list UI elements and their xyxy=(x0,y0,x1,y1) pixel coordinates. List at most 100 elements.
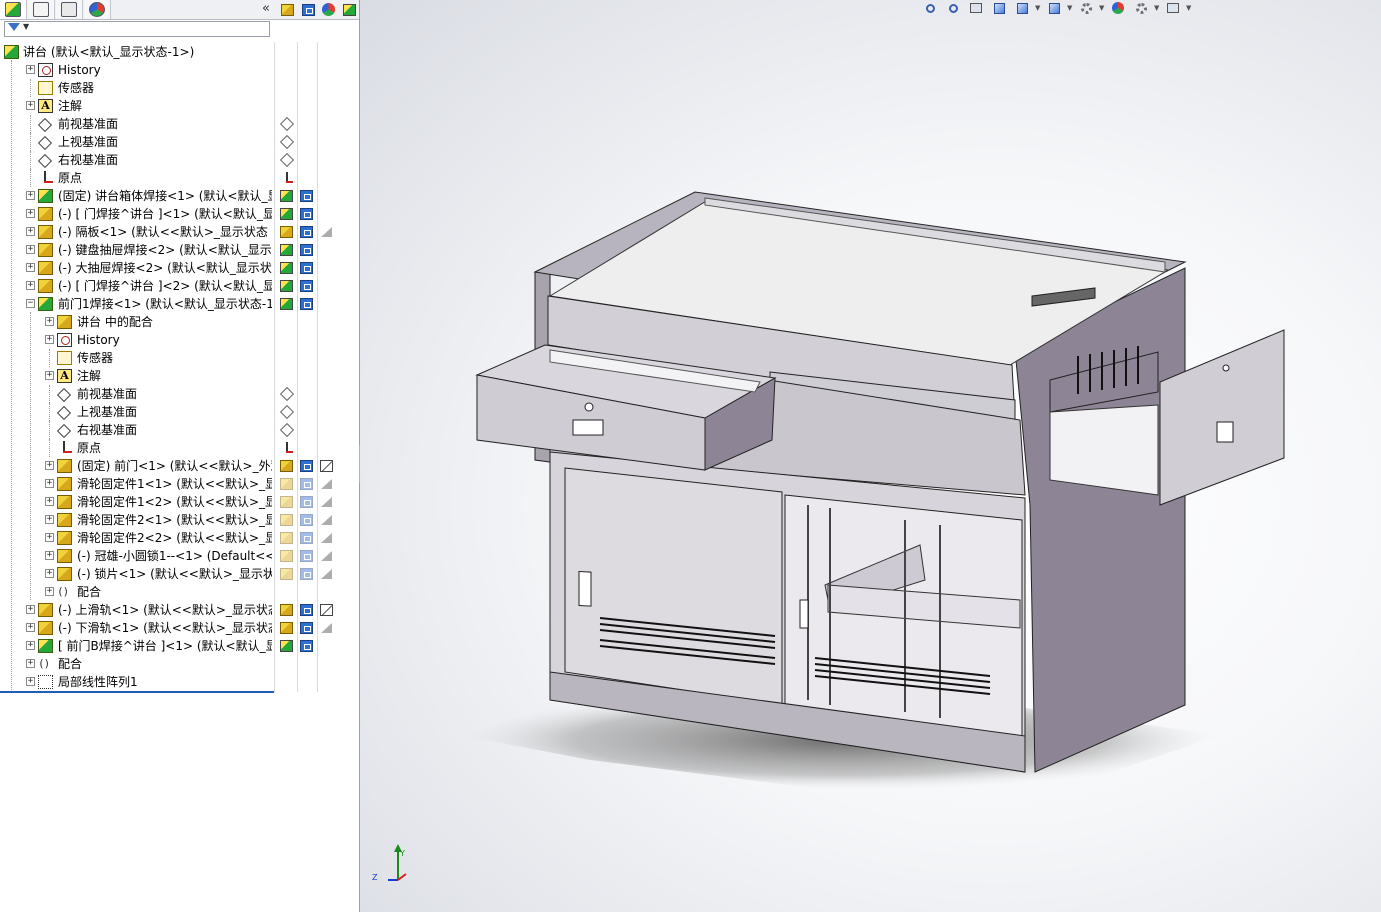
shaded-state-icon[interactable] xyxy=(320,514,333,526)
expand-toggle[interactable]: + xyxy=(26,245,35,254)
expand-toggle[interactable]: + xyxy=(45,317,54,326)
show-components-tab[interactable] xyxy=(278,1,296,18)
tree-node[interactable]: 原点 xyxy=(0,439,274,457)
plane-state-icon[interactable] xyxy=(280,388,293,400)
collapse-toggle[interactable]: − xyxy=(26,299,35,308)
tree-node[interactable]: 上视基准面 xyxy=(0,403,274,421)
podium-3d-model[interactable] xyxy=(360,0,1381,912)
collapse-panel-button[interactable]: « xyxy=(259,0,273,19)
assembly-state-icon[interactable] xyxy=(280,262,293,274)
expand-toggle[interactable]: + xyxy=(45,371,54,380)
wireframe-state-icon[interactable] xyxy=(320,460,333,472)
expand-toggle[interactable]: + xyxy=(26,227,35,236)
wireframe-state-icon[interactable] xyxy=(320,604,333,616)
configuration-state-icon[interactable] xyxy=(300,280,313,292)
expand-toggle[interactable]: + xyxy=(45,479,54,488)
show-display-state-tab[interactable] xyxy=(340,1,358,18)
configuration-state-icon[interactable] xyxy=(300,532,313,544)
rollback-bar[interactable] xyxy=(0,691,274,693)
expand-toggle[interactable]: + xyxy=(26,65,35,74)
part-state-icon[interactable] xyxy=(280,604,293,616)
assembly-state-icon[interactable] xyxy=(280,298,293,310)
shaded-state-icon[interactable] xyxy=(320,478,333,490)
expand-toggle[interactable]: + xyxy=(26,623,35,632)
plane-state-icon[interactable] xyxy=(280,424,293,436)
expand-toggle[interactable]: + xyxy=(45,551,54,560)
tree-node[interactable]: 上视基准面 xyxy=(0,133,274,151)
configuration-state-icon[interactable] xyxy=(300,226,313,238)
configuration-state-icon[interactable] xyxy=(300,604,313,616)
tree-node[interactable]: + A 注解 xyxy=(0,97,274,115)
expand-toggle[interactable]: + xyxy=(45,587,54,596)
tree-node[interactable]: + History xyxy=(0,61,274,79)
tree-node[interactable]: 前视基准面 xyxy=(0,115,274,133)
tree-node[interactable]: + [ 前门B焊接^讲台 ]<1> (默认<默认_显示状 xyxy=(0,637,274,655)
tree-node[interactable]: + (-) [ 门焊接^讲台 ]<1> (默认<默认_显示状 xyxy=(0,205,274,223)
tree-node[interactable]: 传感器 xyxy=(0,79,274,97)
feature-manager-tab[interactable] xyxy=(0,0,27,19)
tree-node[interactable]: + (-) 大抽屉焊接<2> (默认<默认_显示状态-1 xyxy=(0,259,274,277)
configuration-state-icon[interactable] xyxy=(300,622,313,634)
assembly-state-icon[interactable] xyxy=(280,208,293,220)
expand-toggle[interactable]: + xyxy=(45,533,54,542)
tree-node[interactable]: + A 注解 xyxy=(0,367,274,385)
configuration-state-icon[interactable] xyxy=(300,514,313,526)
tree-node[interactable]: +() 配合 xyxy=(0,583,274,601)
configuration-state-icon[interactable] xyxy=(300,208,313,220)
tree-node[interactable]: + (-) 上滑轨<1> (默认<<默认>_显示状态 1> xyxy=(0,601,274,619)
expand-toggle[interactable]: + xyxy=(26,677,35,686)
part-state-icon[interactable] xyxy=(280,478,293,490)
origin-state-icon[interactable] xyxy=(280,442,293,454)
configuration-state-icon[interactable] xyxy=(300,244,313,256)
shaded-state-icon[interactable] xyxy=(320,568,333,580)
show-config-tab[interactable] xyxy=(299,1,317,18)
assembly-state-icon[interactable] xyxy=(280,244,293,256)
expand-toggle[interactable]: + xyxy=(26,209,35,218)
tree-node[interactable]: 右视基准面 xyxy=(0,151,274,169)
shaded-state-icon[interactable] xyxy=(320,622,333,634)
tree-node[interactable]: + 滑轮固定件1<1> (默认<<默认>_显示状 xyxy=(0,475,274,493)
shaded-state-icon[interactable] xyxy=(320,226,333,238)
plane-state-icon[interactable] xyxy=(280,406,293,418)
tree-node[interactable]: + (-) 锁片<1> (默认<<默认>_显示状态 1 xyxy=(0,565,274,583)
configuration-state-icon[interactable] xyxy=(300,640,313,652)
part-state-icon[interactable] xyxy=(280,496,293,508)
expand-toggle[interactable]: + xyxy=(45,497,54,506)
tree-filter-input[interactable]: ▼ xyxy=(4,21,270,37)
display-manager-tab[interactable] xyxy=(84,0,111,19)
tree-node[interactable]: + (-) 下滑轨<1> (默认<<默认>_显示状态 1> xyxy=(0,619,274,637)
shaded-state-icon[interactable] xyxy=(320,550,333,562)
property-manager-tab[interactable] xyxy=(28,0,55,19)
graphics-area[interactable]: ▼ ▼ ▼ ▼ ▼ Y Z xyxy=(360,0,1381,912)
part-state-icon[interactable] xyxy=(280,550,293,562)
plane-state-icon[interactable] xyxy=(280,154,293,166)
configuration-state-icon[interactable] xyxy=(300,190,313,202)
tree-node[interactable]: + (固定) 讲台箱体焊接<1> (默认<默认_显示状 xyxy=(0,187,274,205)
tree-node[interactable]: 原点 xyxy=(0,169,274,187)
tree-node[interactable]: 讲台 (默认<默认_显示状态-1>) xyxy=(0,43,274,61)
assembly-state-icon[interactable] xyxy=(280,640,293,652)
tree-node[interactable]: − 前门1焊接<1> (默认<默认_显示状态-1>) xyxy=(0,295,274,313)
tree-node[interactable]: + (-) [ 门焊接^讲台 ]<2> (默认<默认_显示状 xyxy=(0,277,274,295)
tree-node[interactable]: + (-) 隔板<1> (默认<<默认>_显示状态 1>) xyxy=(0,223,274,241)
tree-node[interactable]: + 滑轮固定件2<2> (默认<<默认>_显示状 xyxy=(0,529,274,547)
tree-node[interactable]: + History xyxy=(0,331,274,349)
tree-node[interactable]: +() 配合 xyxy=(0,655,274,673)
plane-state-icon[interactable] xyxy=(280,136,293,148)
tree-node[interactable]: + (固定) 前门<1> (默认<<默认>_外观 显 xyxy=(0,457,274,475)
tree-node[interactable]: + 局部线性阵列1 xyxy=(0,673,274,691)
configuration-manager-tab[interactable] xyxy=(56,0,83,19)
configuration-state-icon[interactable] xyxy=(300,298,313,310)
tree-node[interactable]: + (-) 键盘抽屉焊接<2> (默认<默认_显示状态 xyxy=(0,241,274,259)
expand-toggle[interactable]: + xyxy=(26,191,35,200)
origin-state-icon[interactable] xyxy=(280,172,293,184)
expand-toggle[interactable]: + xyxy=(26,101,35,110)
plane-state-icon[interactable] xyxy=(280,118,293,130)
configuration-state-icon[interactable] xyxy=(300,568,313,580)
configuration-state-icon[interactable] xyxy=(300,496,313,508)
expand-toggle[interactable]: + xyxy=(26,659,35,668)
shaded-state-icon[interactable] xyxy=(320,496,333,508)
expand-toggle[interactable]: + xyxy=(45,461,54,470)
tree-node[interactable]: + 滑轮固定件2<1> (默认<<默认>_显示状 xyxy=(0,511,274,529)
part-state-icon[interactable] xyxy=(280,622,293,634)
